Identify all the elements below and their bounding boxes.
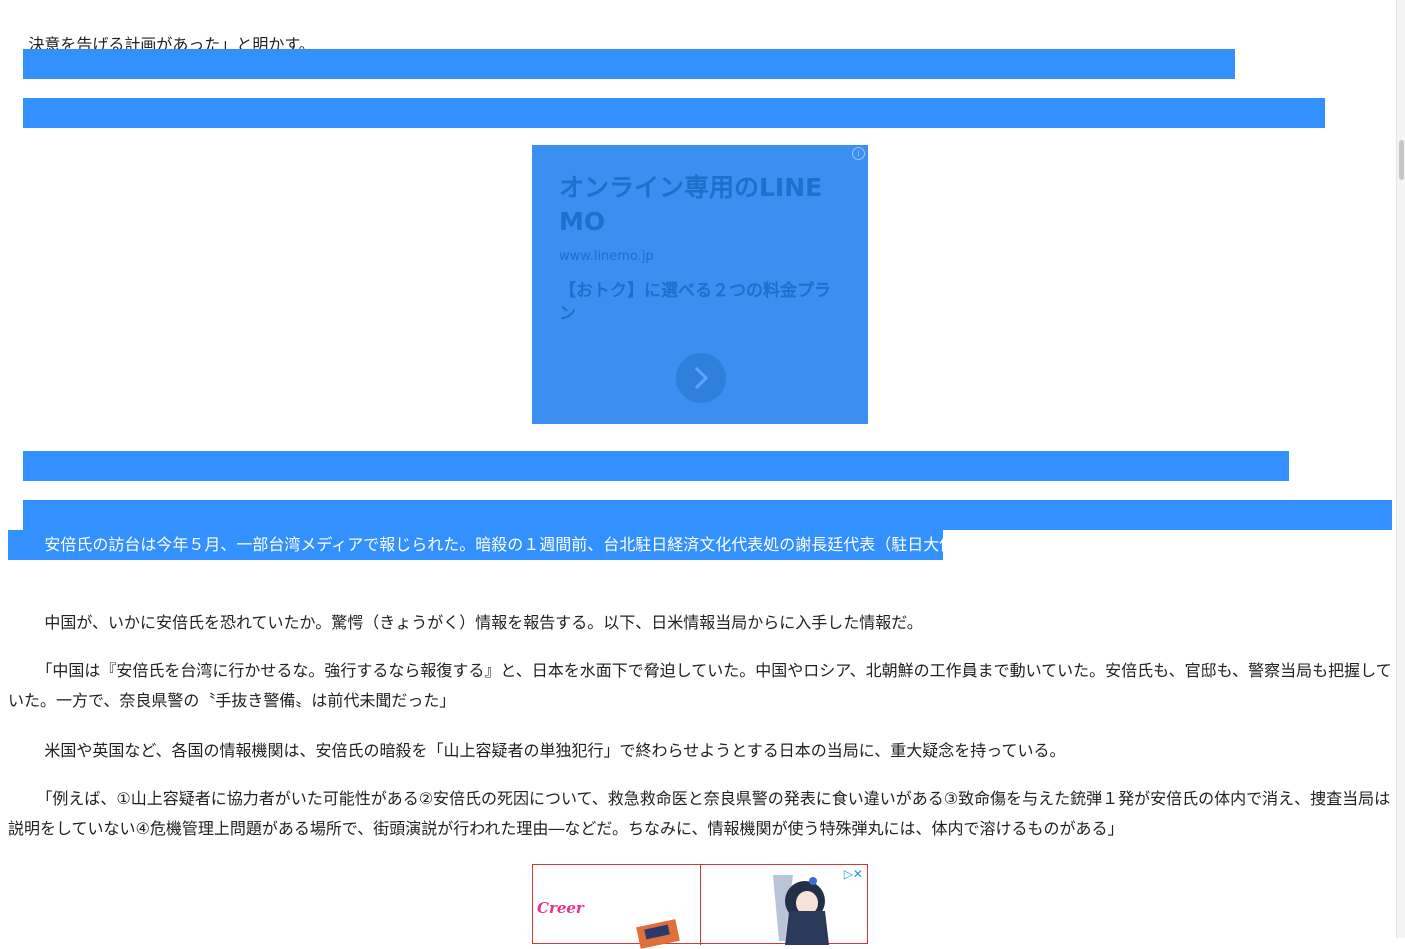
ad-brand[interactable]: Creer	[537, 899, 584, 917]
ad-info-icon[interactable]: i	[852, 147, 865, 160]
ad-linemo[interactable]: i オンライン専用のLINEMO www.linemo.jp 【おトク】に選べる…	[532, 145, 868, 424]
paragraph-8-text: 「例えば、①山上容疑者に協力者がいた可能性がある②安倍氏の死因について、救急救命…	[8, 789, 1391, 838]
paragraph-8: 「例えば、①山上容疑者に協力者がいた可能性がある②安倍氏の死因について、救急救命…	[8, 754, 1392, 874]
page-scrollbar[interactable]	[1396, 0, 1405, 938]
scrollbar-thumb[interactable]	[1399, 140, 1404, 180]
paragraph-6-text: 「中国は『安倍氏を台湾に行かせるな。強行するなら報復する』と、日本を水面下で脅迫…	[8, 661, 1392, 710]
paragraph-4-line1: 安倍氏の訪台は今年５月、一部台湾メディアで報じられた。暗殺の１週間前、台北駐日経…	[28, 535, 1259, 554]
ad-creer[interactable]: Creer ▷✕	[532, 864, 868, 949]
ad-divider	[700, 865, 701, 945]
ad-url[interactable]: www.linemo.jp	[559, 249, 654, 264]
character-image	[773, 875, 829, 945]
ad-title[interactable]: オンライン専用のLINEMO	[559, 171, 839, 239]
ad-description[interactable]: 【おトク】に選べる２つの料金プラン	[559, 280, 839, 326]
chevron-right-icon[interactable]	[676, 353, 726, 403]
